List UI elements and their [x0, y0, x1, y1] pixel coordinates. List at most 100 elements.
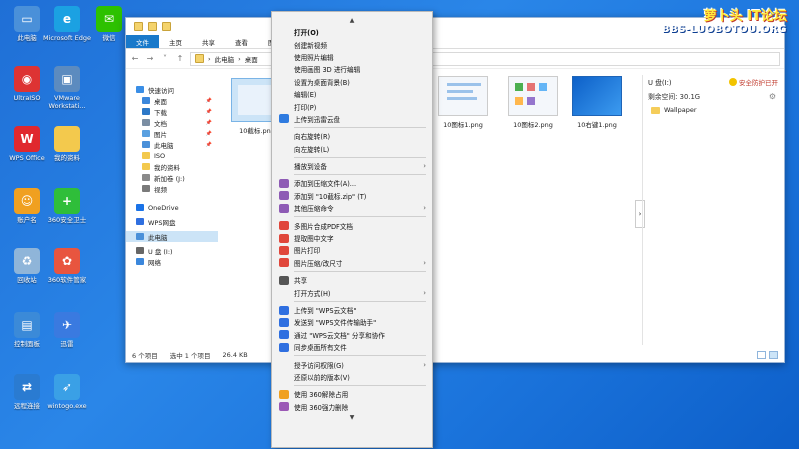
pdf-icon	[279, 221, 289, 231]
file-item[interactable]: 10图标2.png	[502, 76, 564, 129]
context-menu: ▲ 打开(O) 创建新视频 使用照片编辑使用画图 3D 进行编辑 设置为桌面背景(B)…	[271, 11, 433, 448]
menu-separator	[294, 156, 426, 158]
menu-separator	[294, 385, 426, 387]
chevron-down-icon[interactable]: ˅	[160, 54, 170, 63]
context-menu-item[interactable]: 授予访问权限(G) ›	[272, 358, 432, 370]
sidebar-item[interactable]: 此电脑 📌	[126, 139, 218, 150]
context-menu-item[interactable]: 打印(P)	[272, 100, 432, 112]
sidebar-item[interactable]: ISO	[126, 150, 218, 161]
context-menu-item[interactable]: 使用画图 3D 进行编辑	[272, 63, 432, 75]
context-menu-item[interactable]: 同步桌面所有文件	[272, 341, 432, 353]
up-icon[interactable]: ↑	[175, 54, 185, 63]
context-menu-item[interactable]: 添加到 "10截标.zip" (T)	[272, 190, 432, 202]
context-menu-item[interactable]: 向右旋转(R)	[272, 130, 432, 142]
desktop-icon[interactable]: ➶ wintogo.exe	[42, 374, 92, 410]
free-space: 剩余空间: 30.1G	[648, 93, 701, 101]
chevron-right-icon: ›	[423, 360, 426, 369]
drive-icon	[142, 174, 150, 181]
context-menu-item[interactable]: 图片压缩/改尺寸 ›	[272, 257, 432, 269]
scroll-up-icon[interactable]: ▲	[272, 16, 432, 26]
context-menu-item[interactable]: 编辑(E)	[272, 88, 432, 100]
desktop-icon[interactable]: ✈ 迅雷	[42, 312, 92, 348]
sidebar-item[interactable]: 视频	[126, 183, 218, 194]
sidebar-item[interactable]: 快速访问	[126, 84, 218, 95]
wintogo-icon: ➶	[54, 374, 80, 400]
star-icon	[136, 86, 144, 93]
context-menu-item[interactable]: 使用 360强力删除	[272, 401, 432, 413]
chevron-right-icon: ›	[423, 288, 426, 297]
sidebar-item[interactable]: 下载 📌	[126, 106, 218, 117]
gear-icon[interactable]: ⚙	[769, 92, 776, 101]
pin-icon[interactable]: 📌	[206, 131, 212, 137]
sidebar-item[interactable]: 图片 📌	[126, 128, 218, 139]
sidebar-item[interactable]: WPS网盘	[126, 216, 218, 227]
context-menu-item[interactable]: 通过 "WPS云文档" 分享和协作	[272, 329, 432, 341]
menu-item-label: 使用画图 3D 进行编辑	[294, 66, 361, 75]
context-menu-item[interactable]: 创建新视频	[272, 38, 432, 50]
sidebar-item[interactable]: 桌面 📌	[126, 95, 218, 106]
file-item[interactable]: 10右键1.png	[566, 76, 628, 129]
sidebar-item[interactable]: 此电脑	[126, 231, 218, 242]
sidebar-item[interactable]: 我的资料	[126, 161, 218, 172]
menu-item-label: 同步桌面所有文件	[294, 344, 347, 353]
menu-item-label: 上传到迅雷云盘	[294, 115, 341, 124]
context-menu-item[interactable]: 添加到压缩文件(A)...	[272, 177, 432, 189]
pin-icon[interactable]: 📌	[206, 142, 212, 148]
sidebar-item[interactable]: 网络	[126, 256, 218, 267]
drive-header: U 盘(I:) 安全防护已开	[643, 75, 784, 89]
context-menu-item[interactable]: 上传到 "WPS云文档"	[272, 304, 432, 316]
menu-item-label: 添加到 "10截标.zip" (T)	[294, 192, 367, 201]
desktop-icon[interactable]: +360安全卫士	[42, 188, 92, 224]
back-icon[interactable]: ←	[130, 54, 140, 63]
folder-item[interactable]: Wallpaper	[651, 106, 776, 114]
forward-icon[interactable]: →	[145, 54, 155, 63]
tab-home[interactable]: 主页	[159, 35, 192, 48]
details-view-icon[interactable]	[757, 350, 766, 359]
breadcrumb-this-pc[interactable]: 此电脑	[215, 54, 235, 64]
context-menu-item[interactable]: 图片打印	[272, 244, 432, 256]
thumbnail-view-icon[interactable]	[769, 350, 778, 359]
sidebar-item[interactable]: 文档 📌	[126, 117, 218, 128]
context-menu-item[interactable]: 还原以前的版本(V)	[272, 371, 432, 383]
address-row: ← → ˅ ↑ › 此电脑 › 桌面	[126, 49, 784, 69]
app-manager-icon: ✿	[54, 248, 80, 274]
sync-icon	[279, 342, 289, 352]
pin-icon[interactable]: 📌	[206, 109, 212, 115]
tab-share[interactable]: 共享	[192, 35, 225, 48]
sidebar-item[interactable]: 新加卷 (J:)	[126, 172, 218, 183]
context-menu-item[interactable]: 播放到设备 ›	[272, 160, 432, 172]
context-menu-item[interactable]: 设置为桌面背景(B)	[272, 76, 432, 88]
context-menu-item[interactable]: 打开(O)	[272, 26, 432, 38]
sidebar-item[interactable]: OneDrive	[126, 202, 218, 213]
context-menu-item[interactable]: 使用 360解除占用	[272, 388, 432, 400]
vmware-icon: ▣	[54, 66, 80, 92]
pin-icon[interactable]: 📌	[206, 120, 212, 126]
context-menu-item[interactable]: 多图片合成PDF文档	[272, 219, 432, 231]
context-menu-item[interactable]: 打开方式(H) ›	[272, 286, 432, 298]
archive-icon	[279, 178, 289, 188]
usb-drive-icon	[136, 247, 144, 254]
file-item[interactable]: 10图标1.png	[432, 76, 494, 129]
folder-icon	[148, 22, 157, 31]
archive-icon	[279, 203, 289, 213]
video-icon	[142, 185, 150, 192]
context-menu-item[interactable]: 使用照片编辑	[272, 51, 432, 63]
scroll-down-icon[interactable]: ▼	[272, 413, 432, 423]
pin-icon[interactable]: 📌	[206, 98, 212, 104]
context-menu-item[interactable]: 提取图中文字	[272, 232, 432, 244]
desktop-icon[interactable]: ▣ VMware Workstati...	[42, 66, 92, 110]
context-menu-item[interactable]: 其他压缩命令 ›	[272, 202, 432, 214]
context-menu-item[interactable]: 发送到 "WPS文件传输助手"	[272, 316, 432, 328]
thunder-cloud-icon	[279, 114, 289, 124]
breadcrumb-desktop[interactable]: 桌面	[245, 54, 258, 64]
security-badge[interactable]: 安全防护已开	[729, 77, 778, 87]
context-menu-item[interactable]: 向左旋转(L)	[272, 143, 432, 155]
tab-file[interactable]: 文件	[126, 35, 159, 48]
context-menu-item[interactable]: 共享	[272, 274, 432, 286]
sidebar-item[interactable]: U 盘 (I:)	[126, 245, 218, 256]
tab-view[interactable]: 查看	[225, 35, 258, 48]
desktop-icon[interactable]: 我的资料	[42, 126, 92, 162]
context-menu-item[interactable]: 上传到迅雷云盘	[272, 113, 432, 125]
desktop-icon[interactable]: ✿ 360软件管家	[42, 248, 92, 284]
desktop-icon-label: 迅雷	[60, 340, 74, 348]
